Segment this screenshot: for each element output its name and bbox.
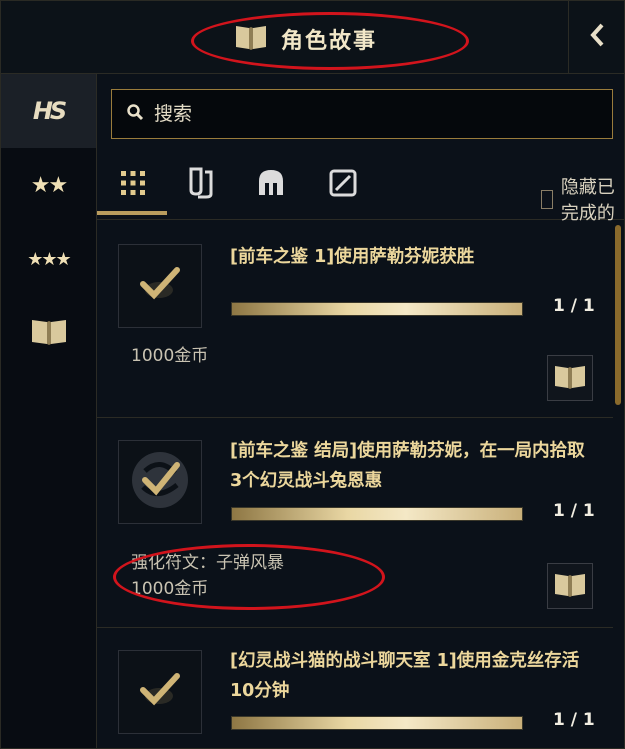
progress-text: 1 / 1 — [553, 296, 595, 316]
tab-cards[interactable] — [179, 161, 223, 209]
collapse-button[interactable] — [568, 1, 625, 73]
progress-bar — [231, 507, 523, 521]
search-input[interactable] — [152, 102, 612, 126]
sidebar: HS ★★ ★★★ — [1, 74, 97, 748]
page-title: 角色故事 — [281, 29, 378, 54]
checkmark-icon — [127, 447, 193, 517]
grid-icon — [118, 168, 148, 202]
lore-button[interactable] — [547, 355, 593, 401]
story-panel: 角色故事 HS ★★ ★★★ 搜索 隐藏已完成的 [前车之鉴 1]使用萨勒芬妮获… — [0, 0, 625, 749]
quest-title: [前车之鉴 1]使用萨勒芬妮获胜 — [230, 247, 475, 267]
card-stack-icon — [186, 166, 216, 204]
chevron-left-icon — [588, 22, 606, 52]
quest-icon — [118, 440, 202, 524]
header: 角色故事 — [1, 1, 624, 74]
book-icon — [553, 362, 587, 394]
quest-card[interactable]: [幻灵战斗猫的战斗聊天室 1]使用金克丝存活10分钟 1 / 1 — [97, 628, 613, 748]
tab-misc[interactable] — [321, 161, 365, 209]
progress-fill — [232, 717, 522, 729]
tab-champions[interactable] — [249, 161, 293, 209]
scrollbar[interactable] — [615, 225, 621, 405]
quest-card[interactable]: [前车之鉴 1]使用萨勒芬妮获胜 1 / 1 1000金币 — [97, 220, 613, 418]
progress-fill — [232, 303, 522, 315]
reward-rune-text: 强化符文：子弹风暴 — [131, 553, 284, 573]
search-icon — [126, 103, 144, 125]
hide-completed-toggle[interactable]: 隐藏已完成的 — [541, 173, 624, 225]
hide-completed-label: 隐藏已完成的 — [560, 177, 615, 224]
quest-icon — [118, 244, 202, 328]
sidebar-item-two-stars[interactable]: ★★ — [1, 148, 96, 222]
book-icon — [553, 570, 587, 602]
book-icon — [233, 22, 269, 56]
two-stars-icon: ★★ — [30, 172, 68, 198]
header-title-group: 角色故事 — [233, 19, 377, 59]
quest-title: [幻灵战斗猫的战斗聊天室 1]使用金克丝存活10分钟 — [230, 651, 580, 701]
sidebar-item-hs[interactable]: HS — [1, 74, 96, 148]
tab-all[interactable] — [111, 161, 155, 209]
checkmark-icon — [137, 670, 183, 714]
book-icon — [29, 315, 69, 351]
helmet-icon — [255, 167, 287, 203]
reward-text: 1000金币 — [131, 346, 209, 366]
progress-bar — [231, 302, 523, 316]
checkmark-icon — [137, 264, 183, 308]
slash-box-icon — [328, 168, 358, 202]
reward-text: 1000金币 — [131, 579, 209, 599]
filter-tabs: 隐藏已完成的 — [97, 153, 624, 224]
progress-bar — [231, 716, 523, 730]
quest-list: [前车之鉴 1]使用萨勒芬妮获胜 1 / 1 1000金币 [前车之鉴 结局]使… — [97, 220, 613, 748]
progress-text: 1 / 1 — [553, 501, 595, 521]
quest-icon — [118, 650, 202, 734]
sidebar-item-book[interactable] — [1, 296, 96, 370]
progress-text: 1 / 1 — [553, 710, 595, 730]
lore-button[interactable] — [547, 563, 593, 609]
sidebar-item-three-stars[interactable]: ★★★ — [1, 222, 96, 296]
hide-completed-checkbox[interactable] — [541, 189, 553, 209]
quest-title: [前车之鉴 结局]使用萨勒芬妮，在一局内拾取3个幻灵战斗兔恩惠 — [230, 441, 585, 491]
active-tab-indicator — [97, 211, 167, 215]
three-stars-icon: ★★★ — [27, 248, 71, 270]
hs-logo-icon: HS — [32, 97, 67, 125]
progress-fill — [232, 508, 522, 520]
quest-card[interactable]: [前车之鉴 结局]使用萨勒芬妮，在一局内拾取3个幻灵战斗兔恩惠 1 / 1 强化… — [97, 418, 613, 628]
search-box — [111, 89, 613, 139]
